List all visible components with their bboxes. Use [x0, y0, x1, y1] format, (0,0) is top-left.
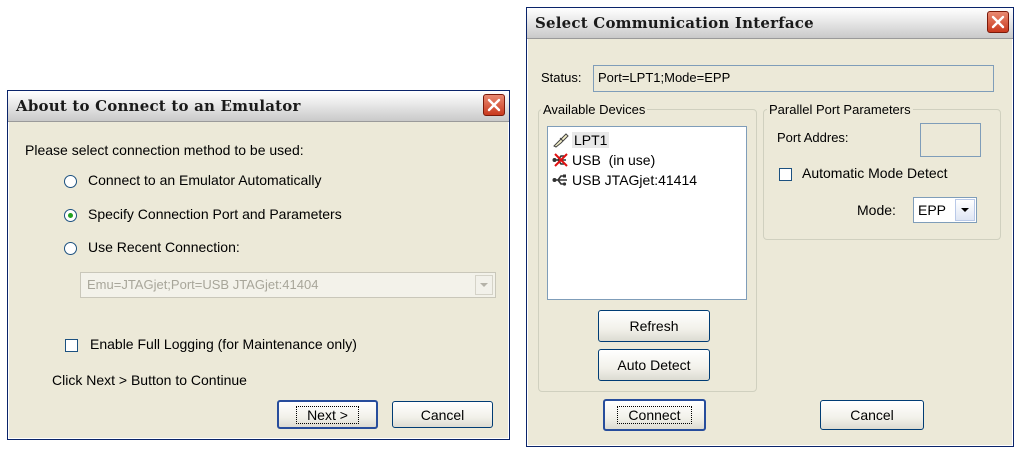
- device-label: LPT1: [572, 132, 610, 148]
- mode-value: EPP: [918, 202, 947, 218]
- next-button[interactable]: Next >: [277, 400, 378, 429]
- cancel-button[interactable]: Cancel: [820, 400, 924, 430]
- refresh-button[interactable]: Refresh: [598, 310, 710, 342]
- radio-specify-port[interactable]: [64, 209, 77, 222]
- full-logging-checkbox[interactable]: [65, 339, 78, 352]
- chevron-down-icon: [480, 283, 488, 287]
- device-item-lpt1[interactable]: LPT1: [552, 131, 610, 149]
- radio-recent-connection-label[interactable]: Use Recent Connection:: [88, 239, 240, 255]
- port-address-field: [920, 123, 981, 157]
- mode-select[interactable]: EPP: [913, 197, 977, 223]
- dialog-title: Select Communication Interface: [535, 14, 814, 32]
- close-button[interactable]: [483, 94, 505, 116]
- port-address-label: Port Addres:: [777, 130, 849, 145]
- close-icon: [991, 15, 1005, 29]
- device-label: USB (in use): [572, 152, 656, 168]
- connect-emulator-dialog: About to Connect to an Emulator Please s…: [7, 90, 510, 440]
- connection-prompt: Please select connection method to be us…: [25, 142, 304, 158]
- full-logging-label[interactable]: Enable Full Logging (for Maintenance onl…: [90, 336, 357, 352]
- device-list[interactable]: LPT1 USB (in use) USB JTAGjet:41414: [547, 126, 747, 300]
- dialog-title: About to Connect to an Emulator: [16, 97, 301, 115]
- auto-mode-checkbox[interactable]: [779, 168, 792, 181]
- connect-button[interactable]: Connect: [603, 399, 706, 431]
- device-label: USB JTAGjet:41414: [572, 172, 698, 188]
- usb-icon: [552, 172, 570, 188]
- available-devices-label: Available Devices: [541, 102, 648, 117]
- select-interface-dialog: Select Communication Interface Status: P…: [526, 7, 1014, 447]
- radio-auto-connect-label[interactable]: Connect to an Emulator Automatically: [88, 172, 321, 188]
- mode-label: Mode:: [857, 202, 896, 218]
- recent-connection-select[interactable]: Emu=JTAGjet;Port=USB JTAGjet:41404: [80, 272, 496, 298]
- dropdown-button[interactable]: [475, 275, 493, 295]
- status-label: Status:: [541, 70, 582, 85]
- mode-dropdown-button[interactable]: [955, 199, 975, 221]
- auto-detect-button[interactable]: Auto Detect: [598, 349, 710, 381]
- auto-mode-label[interactable]: Automatic Mode Detect: [802, 165, 948, 181]
- status-field: Port=LPT1;Mode=EPP: [593, 65, 994, 92]
- recent-connection-value: Emu=JTAGjet;Port=USB JTAGjet:41404: [87, 277, 319, 292]
- title-bar[interactable]: Select Communication Interface: [527, 8, 1013, 39]
- device-item-usb-jtagjet[interactable]: USB JTAGjet:41414: [552, 171, 697, 189]
- device-item-usb-in-use[interactable]: USB (in use): [552, 151, 655, 169]
- title-bar[interactable]: About to Connect to an Emulator: [8, 91, 509, 122]
- radio-auto-connect[interactable]: [64, 175, 77, 188]
- continue-hint: Click Next > Button to Continue: [52, 372, 247, 388]
- parallel-port-icon: [552, 132, 570, 148]
- close-button[interactable]: [987, 11, 1009, 33]
- radio-recent-connection[interactable]: [64, 242, 77, 255]
- usb-in-use-icon: [552, 152, 570, 168]
- radio-specify-port-label[interactable]: Specify Connection Port and Parameters: [88, 206, 342, 222]
- chevron-down-icon: [961, 208, 969, 212]
- cancel-button[interactable]: Cancel: [392, 401, 493, 428]
- parallel-port-label: Parallel Port Parameters: [767, 102, 913, 117]
- close-icon: [487, 98, 501, 112]
